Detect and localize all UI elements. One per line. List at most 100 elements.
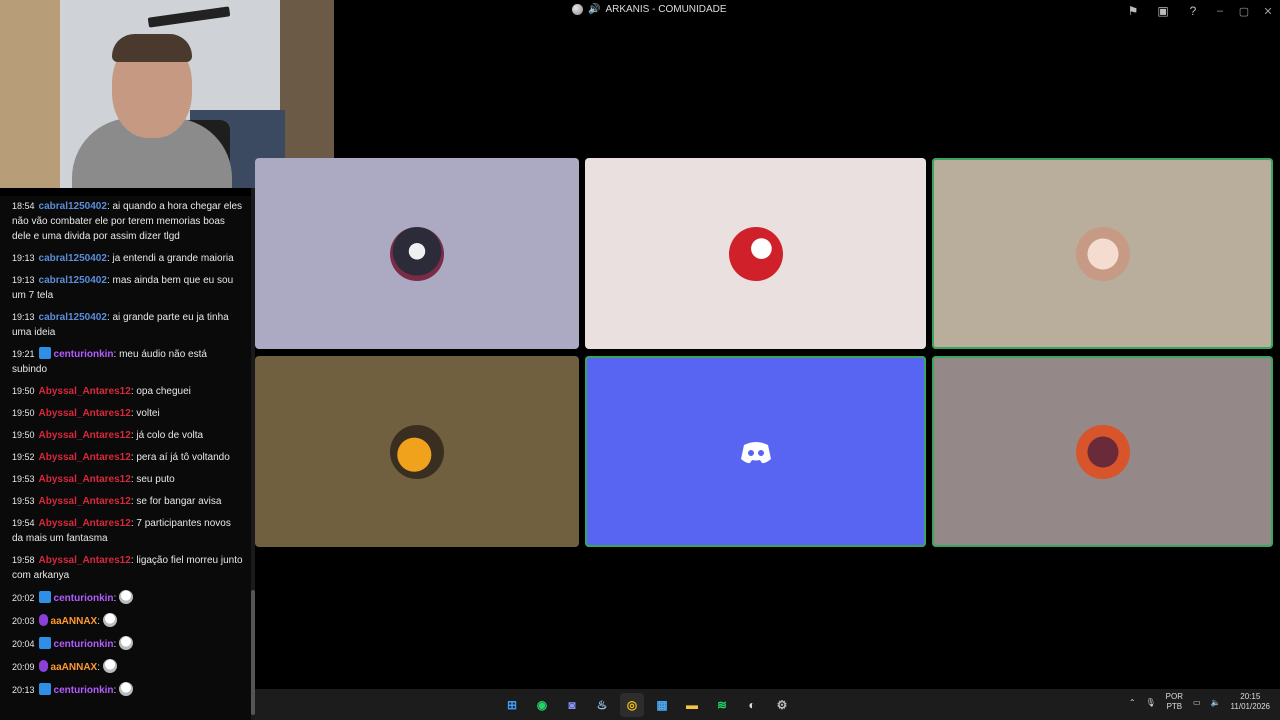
chevron-up-icon[interactable]: ⌃ (1129, 698, 1136, 707)
whatsapp-icon[interactable]: ◉ (530, 693, 554, 717)
mic-badge-icon (38, 614, 48, 626)
chat-text: : seu puto (130, 474, 175, 485)
chat-timestamp: 19:50 (12, 386, 35, 396)
chat-username[interactable]: cabral1250402 (39, 275, 107, 286)
chat-timestamp: 20:02 (12, 593, 35, 603)
language-indicator[interactable]: POR PTB (1166, 692, 1183, 712)
chrome-icon[interactable]: ◎ (620, 693, 644, 717)
chat-username[interactable]: cabral1250402 (39, 253, 107, 264)
scorpion-logo-avatar[interactable] (728, 226, 783, 281)
chat-message: 19:13 cabral1250402: ja entendi a grande … (0, 248, 252, 270)
chat-timestamp: 20:03 (12, 616, 35, 626)
chat-timestamp: 19:13 (12, 275, 35, 285)
chat-username[interactable]: Abyssal_Antares12 (39, 386, 131, 397)
photos-icon[interactable]: ▦ (650, 693, 674, 717)
chat-username[interactable]: cabral1250402 (39, 312, 107, 323)
chat-username[interactable]: Abyssal_Antares12 (39, 474, 131, 485)
speaker-icon: 🔊 (588, 4, 601, 15)
chat-text: : (113, 593, 117, 604)
discord-logo-avatar[interactable] (729, 425, 783, 479)
flag-icon[interactable]: ⚑ (1118, 0, 1148, 22)
clock[interactable]: 20:15 11/01/2026 (1231, 692, 1270, 712)
chat-text: : (97, 616, 100, 627)
obs-icon[interactable]: ◐ (740, 693, 764, 717)
volume-icon[interactable]: 🔈 (1211, 698, 1221, 707)
participant-tile[interactable] (585, 158, 926, 349)
discord-icon[interactable]: ◙ (560, 693, 584, 717)
skull-character-avatar[interactable] (390, 226, 444, 281)
picture-in-picture-icon[interactable]: ▣ (1148, 0, 1178, 22)
anime-character-avatar[interactable] (1075, 424, 1130, 479)
chat-message: 18:54 cabral1250402: ai quando a hora che… (0, 196, 252, 248)
participant-tile[interactable] (932, 356, 1273, 547)
file-explorer-icon[interactable]: ▬ (680, 693, 704, 717)
cowboy-character-avatar[interactable] (1075, 226, 1130, 281)
chat-timestamp: 20:09 (12, 662, 35, 672)
chat-message: 19:50 Abyssal_Antares12: já colo de volta (0, 425, 252, 447)
chat-message: 19:50 Abyssal_Antares12: opa cheguei (0, 381, 252, 403)
chat-timestamp: 19:50 (12, 408, 35, 418)
sub-badge-icon (38, 683, 51, 695)
stream-chat: 18:54 cabral1250402: ai quando a hora che… (0, 196, 252, 720)
language-code: POR (1165, 692, 1184, 701)
chat-timestamp: 18:54 (12, 201, 35, 211)
window-title: 🔊 ARKANIS - COMUNIDADE (572, 4, 727, 15)
chat-username[interactable]: Abyssal_Antares12 (39, 452, 131, 463)
chat-message: 19:58 Abyssal_Antares12: ligação fiel mor… (0, 550, 252, 587)
microphone-icon[interactable]: 🎙 (1146, 698, 1156, 707)
chat-message: 19:52 Abyssal_Antares12: pera aí já tô vo… (0, 447, 252, 469)
chat-username[interactable]: centurionkin (54, 639, 114, 650)
chat-username[interactable]: Abyssal_Antares12 (39, 555, 131, 566)
sub-badge-icon (38, 591, 51, 603)
chat-timestamp: 20:13 (12, 685, 35, 695)
chat-username[interactable]: aaANNAX (51, 616, 98, 627)
goose-emote-icon (119, 636, 134, 650)
chat-message: 19:53 Abyssal_Antares12: seu puto (0, 469, 252, 491)
clock-date: 11/01/2026 (1230, 702, 1270, 711)
participant-tile[interactable] (255, 158, 579, 349)
chat-username[interactable]: Abyssal_Antares12 (39, 518, 131, 529)
settings-icon[interactable]: ⚙ (770, 693, 794, 717)
spotify-icon[interactable]: ≋ (710, 693, 734, 717)
participant-tile[interactable] (255, 356, 579, 547)
chat-text: : se for bangar avisa (130, 496, 222, 507)
participant-tile[interactable] (585, 356, 926, 547)
chat-username[interactable]: Abyssal_Antares12 (39, 430, 131, 441)
duck-character-avatar[interactable] (390, 424, 444, 479)
windows-start-icon[interactable]: ⊞ (500, 693, 524, 717)
chat-username[interactable]: Abyssal_Antares12 (39, 408, 131, 419)
chat-username[interactable]: aaANNAX (51, 662, 98, 673)
goose-emote-icon (103, 659, 117, 673)
chat-username[interactable]: centurionkin (54, 593, 114, 604)
system-tray: ⌃ 🎙 POR PTB ▭ 🔈 20:15 11/01/2026 (1129, 692, 1270, 712)
chat-message: 19:21 centurionkin: meu áudio não está su… (0, 344, 252, 381)
chat-text: : (113, 639, 117, 650)
chat-text: : (97, 662, 100, 673)
minimize-icon[interactable]: – (1208, 0, 1232, 22)
chat-username[interactable]: cabral1250402 (39, 201, 107, 212)
chat-username[interactable]: centurionkin (54, 685, 114, 696)
wall-rifle (147, 6, 231, 28)
chat-timestamp: 20:04 (12, 639, 35, 649)
chat-timestamp: 19:21 (12, 349, 35, 359)
chat-timestamp: 19:58 (12, 555, 35, 565)
chat-message: 20:13 centurionkin: (0, 679, 252, 702)
chat-text: : ja entendi a grande maioria (106, 253, 234, 264)
steam-icon[interactable]: ♨ (590, 693, 614, 717)
chat-message: 19:13 cabral1250402: mas ainda bem que eu… (0, 270, 252, 307)
chat-text: : voltei (130, 408, 160, 419)
chat-username[interactable]: Abyssal_Antares12 (39, 496, 131, 507)
participant-tile[interactable] (932, 158, 1273, 349)
close-icon[interactable]: ✕ (1256, 0, 1280, 22)
sub-badge-icon (38, 637, 51, 649)
chat-username[interactable]: centurionkin (54, 349, 114, 360)
help-icon[interactable]: ? (1178, 0, 1208, 22)
chat-message: 19:53 Abyssal_Antares12: se for bangar av… (0, 491, 252, 513)
chat-timestamp: 19:53 (12, 474, 35, 484)
chat-message: 19:54 Abyssal_Antares12: 7 participantes … (0, 513, 252, 550)
network-icon[interactable]: ▭ (1193, 698, 1201, 707)
chat-text: : já colo de volta (130, 430, 204, 441)
chat-timestamp: 19:13 (12, 253, 35, 263)
maximize-icon[interactable]: ▢ (1232, 0, 1256, 22)
chat-text: : pera aí já tô voltando (130, 452, 230, 463)
